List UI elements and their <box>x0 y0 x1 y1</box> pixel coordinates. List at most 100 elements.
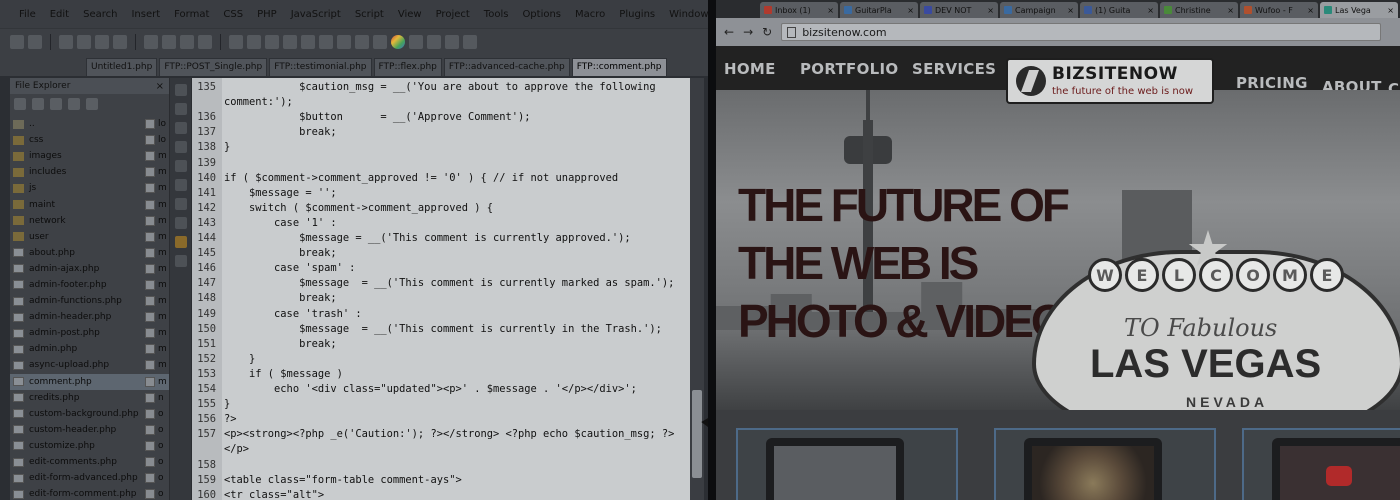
menu-item-javascript[interactable]: JavaScript <box>284 9 348 20</box>
browser-tab[interactable]: Las Vega × <box>1320 2 1398 18</box>
close-tab-icon[interactable]: × <box>1067 6 1074 15</box>
file-list-item[interactable]: admin-header.php m <box>10 309 169 325</box>
close-tab-icon[interactable]: × <box>1387 6 1394 15</box>
browser-tab[interactable]: Wufoo - F × <box>1240 2 1318 18</box>
reload-icon[interactable]: ↻ <box>762 25 772 39</box>
close-tab-icon[interactable]: × <box>827 6 834 15</box>
function-icon[interactable] <box>174 103 187 115</box>
code-text-area[interactable]: 135 $caution_msg = __('You are about to … <box>192 78 690 500</box>
file-list-item[interactable]: async-upload.php m <box>10 357 169 373</box>
snippet-icon[interactable] <box>174 160 187 172</box>
list-icon[interactable] <box>319 34 333 49</box>
file-list-item[interactable]: admin-post.php m <box>10 325 169 341</box>
new-folder-icon[interactable] <box>32 98 44 110</box>
text-format-icon[interactable] <box>10 34 24 49</box>
browser-tab[interactable]: Inbox (1) × <box>760 2 838 18</box>
file-list-item[interactable]: admin-ajax.php m <box>10 261 169 277</box>
underline-icon[interactable] <box>95 34 109 49</box>
browser-tab[interactable]: Christine × <box>1160 2 1238 18</box>
file-list-item[interactable]: js m <box>10 180 169 196</box>
anchor-icon[interactable] <box>229 34 243 49</box>
file-list-item[interactable]: images m <box>10 148 169 164</box>
file-list-item[interactable]: custom-background.php o <box>10 406 169 422</box>
menu-item-project[interactable]: Project <box>429 9 477 20</box>
file-list-item[interactable]: admin-functions.php m <box>10 293 169 309</box>
file-list-item[interactable]: admin.php m <box>10 341 169 357</box>
highlight-icon[interactable] <box>28 34 42 49</box>
script-icon[interactable] <box>373 34 387 49</box>
refresh-icon[interactable] <box>50 98 62 110</box>
menu-item-plugins[interactable]: Plugins <box>612 9 662 20</box>
table-icon[interactable] <box>337 34 351 49</box>
link-icon[interactable] <box>265 34 279 49</box>
close-tab-icon[interactable]: × <box>1227 6 1234 15</box>
close-icon[interactable]: × <box>156 81 164 92</box>
bracket-icon[interactable] <box>174 141 187 153</box>
menu-item-php[interactable]: PHP <box>250 9 284 20</box>
file-list-item[interactable]: about.php m <box>10 245 169 261</box>
menu-item-edit[interactable]: Edit <box>43 9 76 20</box>
portfolio-card[interactable] <box>736 428 958 500</box>
file-list-item[interactable]: includes m <box>10 164 169 180</box>
nav-portfolio-link[interactable]: PORTFOLIO <box>800 60 898 78</box>
menu-item-insert[interactable]: Insert <box>124 9 167 20</box>
editor-tab[interactable]: FTP::flex.php <box>373 58 442 76</box>
file-list-item[interactable]: css lo <box>10 132 169 148</box>
bold-icon[interactable] <box>59 34 73 49</box>
align-center-icon[interactable] <box>162 34 176 49</box>
image-icon[interactable] <box>247 34 261 49</box>
browser-tab[interactable]: Campaign × <box>1000 2 1078 18</box>
align-right-icon[interactable] <box>180 34 194 49</box>
editor-scrollbar[interactable] <box>690 78 704 500</box>
address-bar[interactable]: bizsitenow.com <box>781 23 1382 41</box>
file-list-item[interactable]: comment.php m <box>10 373 169 390</box>
file-list-item[interactable]: admin-footer.php m <box>10 277 169 293</box>
file-list-item[interactable]: edit-form-advanced.php o <box>10 470 169 486</box>
menu-item-format[interactable]: Format <box>167 9 216 20</box>
editor-tab[interactable]: FTP::POST_Single.php <box>159 58 268 76</box>
menu-item-options[interactable]: Options <box>515 9 568 20</box>
menu-item-macro[interactable]: Macro <box>568 9 612 20</box>
editor-tab[interactable]: FTP::comment.php <box>571 58 667 76</box>
italic-icon[interactable] <box>77 34 91 49</box>
preview-icon[interactable] <box>463 34 477 49</box>
horizontal-rule-icon[interactable] <box>283 34 297 49</box>
browser-tab[interactable]: GuitarPla × <box>840 2 918 18</box>
scrollbar-thumb[interactable] <box>692 390 702 478</box>
color-picker-icon[interactable] <box>391 34 405 49</box>
edit-icon[interactable] <box>445 34 459 49</box>
document-icon[interactable] <box>409 34 423 49</box>
file-list-item[interactable]: credits.php n <box>10 390 169 406</box>
editor-tab[interactable]: Untitled1.php <box>86 58 158 76</box>
strikethrough-icon[interactable] <box>113 34 127 49</box>
editor-tab[interactable]: FTP::testimonial.php <box>269 58 372 76</box>
find-icon[interactable] <box>427 34 441 49</box>
menu-item-css[interactable]: CSS <box>216 9 250 20</box>
file-list-item[interactable]: maint m <box>10 196 169 212</box>
settings-icon[interactable] <box>86 98 98 110</box>
forward-arrow-icon[interactable]: → <box>743 25 753 39</box>
nav-home-link[interactable]: HOME <box>724 60 776 78</box>
close-tab-icon[interactable]: × <box>987 6 994 15</box>
file-list-item[interactable]: custom-header.php o <box>10 422 169 438</box>
menu-item-view[interactable]: View <box>391 9 429 20</box>
file-list-item[interactable]: edit-comments.php o <box>10 454 169 470</box>
menu-item-file[interactable]: File <box>12 9 43 20</box>
file-list-item[interactable]: user m <box>10 229 169 245</box>
file-list-item[interactable]: .. lo <box>10 116 169 132</box>
paragraph-icon[interactable] <box>301 34 315 49</box>
browser-tab[interactable]: DEV NOT × <box>920 2 998 18</box>
filter-icon[interactable] <box>68 98 80 110</box>
editor-tab[interactable]: FTP::advanced-cache.php <box>443 58 570 76</box>
justify-icon[interactable] <box>198 34 212 49</box>
tag-icon[interactable] <box>174 236 187 248</box>
form-icon[interactable] <box>355 34 369 49</box>
brand-logo[interactable]: BIZSITENOW the future of the web is now <box>1006 58 1214 104</box>
keyboard-icon[interactable] <box>174 255 187 267</box>
file-list-item[interactable]: customize.php o <box>10 438 169 454</box>
menu-item-windows[interactable]: Windows <box>662 9 708 20</box>
align-left-icon[interactable] <box>144 34 158 49</box>
portfolio-card[interactable] <box>994 428 1216 500</box>
nav-services-link[interactable]: SERVICES <box>912 60 996 78</box>
browser-tab[interactable]: (1) Guita × <box>1080 2 1158 18</box>
